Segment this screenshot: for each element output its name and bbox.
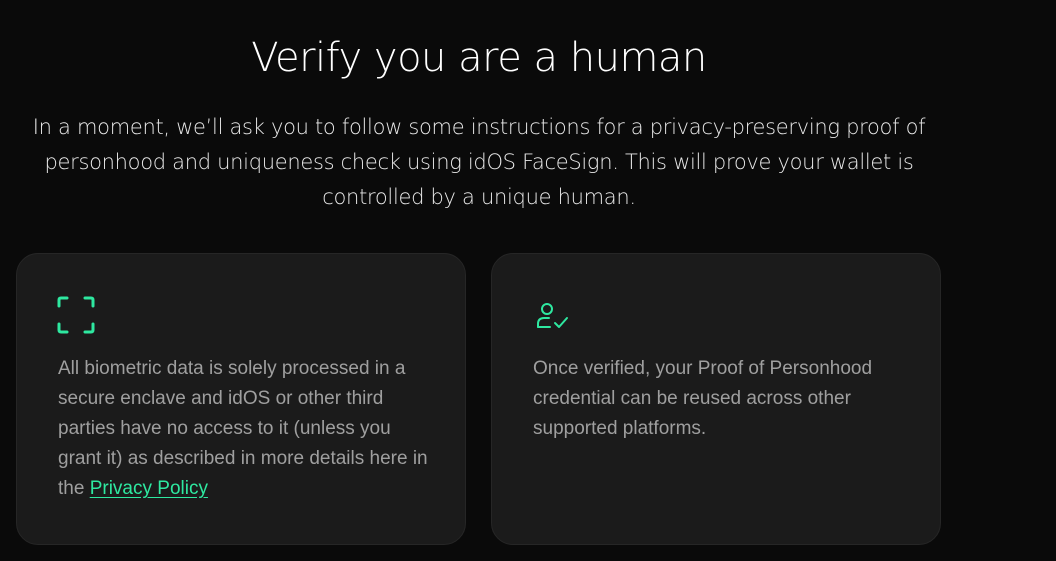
biometric-privacy-card: All biometric data is solely processed i… bbox=[16, 253, 466, 545]
user-check-icon bbox=[536, 302, 570, 330]
reusable-credential-text: Once verified, your Proof of Personhood … bbox=[533, 358, 873, 439]
biometric-privacy-text: All biometric data is solely processed i… bbox=[58, 354, 438, 504]
page-title: Verify you are a human bbox=[251, 35, 707, 81]
reusable-credential-card: Once verified, your Proof of Personhood … bbox=[491, 253, 941, 545]
page-description: In a moment, we’ll ask you to follow som… bbox=[32, 115, 926, 209]
verification-page: Verify you are a human In a moment, we’l… bbox=[0, 0, 1056, 561]
face-scan-icon bbox=[57, 296, 95, 334]
privacy-policy-link[interactable]: Privacy Policy bbox=[90, 478, 208, 499]
